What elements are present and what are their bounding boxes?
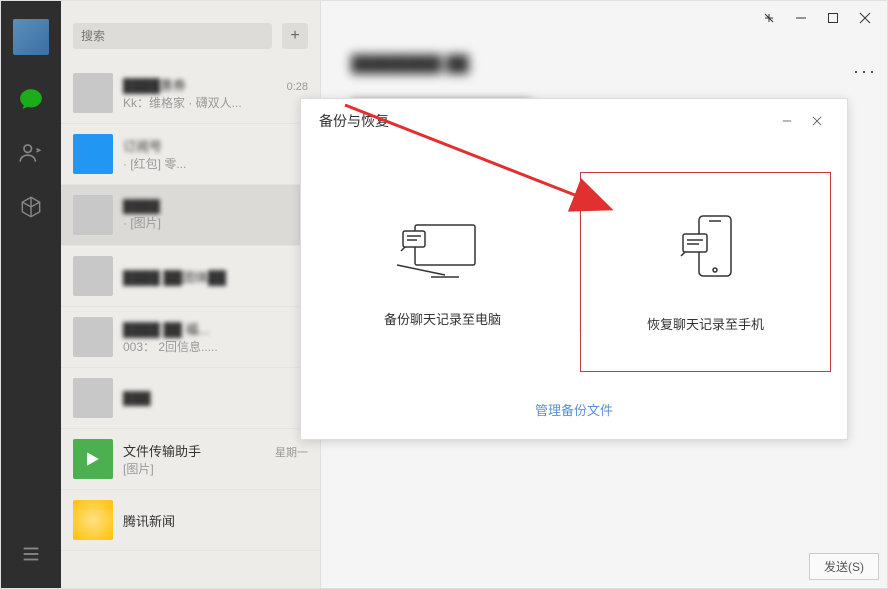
chat-list-panel: + ████惠券0:28 Kk：维格家 · 礴双人... 订阅号 · [红包] …: [61, 1, 321, 588]
chat-scroll[interactable]: ████惠券0:28 Kk：维格家 · 礴双人... 订阅号 · [红包] 零.…: [61, 63, 320, 588]
chat-item[interactable]: ████惠券0:28 Kk：维格家 · 礴双人...: [61, 63, 320, 124]
modal-minimize-icon[interactable]: [775, 110, 799, 132]
chat-item[interactable]: ████ ██ 福... 003： 2回信息.....: [61, 307, 320, 368]
conversation-header: ████████ ██: [321, 35, 887, 95]
backup-restore-modal: 备份与恢复 备份聊天记录至电脑: [300, 98, 848, 440]
send-button[interactable]: 发送(S): [809, 553, 879, 580]
chat-avatar: [73, 500, 113, 540]
contacts-icon[interactable]: [17, 139, 45, 167]
chat-avatar: [73, 256, 113, 296]
chat-avatar: [73, 195, 113, 235]
chat-item[interactable]: 腾讯新闻: [61, 490, 320, 551]
chat-icon[interactable]: [17, 85, 45, 113]
pin-icon[interactable]: [755, 5, 783, 31]
chat-avatar: [73, 317, 113, 357]
chat-avatar: [73, 73, 113, 113]
conversation-title: ████████ ██: [351, 56, 469, 74]
manage-backup-link[interactable]: 管理备份文件: [301, 400, 847, 439]
modal-body: 备份聊天记录至电脑 恢复聊天记录至手机: [301, 143, 847, 400]
title-bar: [321, 1, 887, 35]
restore-to-phone-option[interactable]: 恢复聊天记录至手机: [580, 172, 831, 372]
maximize-icon[interactable]: [819, 5, 847, 31]
chat-name: 腾讯新闻: [123, 511, 175, 530]
modal-close-icon[interactable]: [805, 110, 829, 132]
monitor-icon: [397, 215, 487, 285]
restore-label: 恢复聊天记录至手机: [647, 314, 764, 333]
search-input[interactable]: [73, 23, 272, 49]
file-transfer-icon: [73, 439, 113, 479]
modal-header: 备份与恢复: [301, 99, 847, 143]
chat-avatar: [73, 378, 113, 418]
chat-item[interactable]: ████ ██团体██: [61, 246, 320, 307]
user-avatar[interactable]: [13, 19, 49, 55]
phone-icon: [671, 210, 741, 290]
nav-rail: [1, 1, 61, 588]
menu-icon[interactable]: [20, 543, 42, 570]
send-row: 发送(S): [809, 553, 879, 580]
favorites-icon[interactable]: [17, 193, 45, 221]
modal-title: 备份与恢复: [319, 111, 389, 131]
chat-item[interactable]: 文件传输助手星期一 [图片]: [61, 429, 320, 490]
close-icon[interactable]: [851, 5, 879, 31]
backup-to-pc-option[interactable]: 备份聊天记录至电脑: [306, 172, 579, 372]
new-chat-button[interactable]: +: [282, 23, 308, 49]
backup-label: 备份聊天记录至电脑: [384, 309, 501, 328]
chat-item[interactable]: 订阅号 · [红包] 零...: [61, 124, 320, 185]
chat-item[interactable]: ███: [61, 368, 320, 429]
minimize-icon[interactable]: [787, 5, 815, 31]
search-row: +: [61, 1, 320, 63]
chat-name: 文件传输助手: [123, 441, 201, 460]
chat-avatar: [73, 134, 113, 174]
chat-item[interactable]: ████ · [图片]: [61, 185, 320, 246]
more-icon[interactable]: ···: [853, 61, 877, 82]
